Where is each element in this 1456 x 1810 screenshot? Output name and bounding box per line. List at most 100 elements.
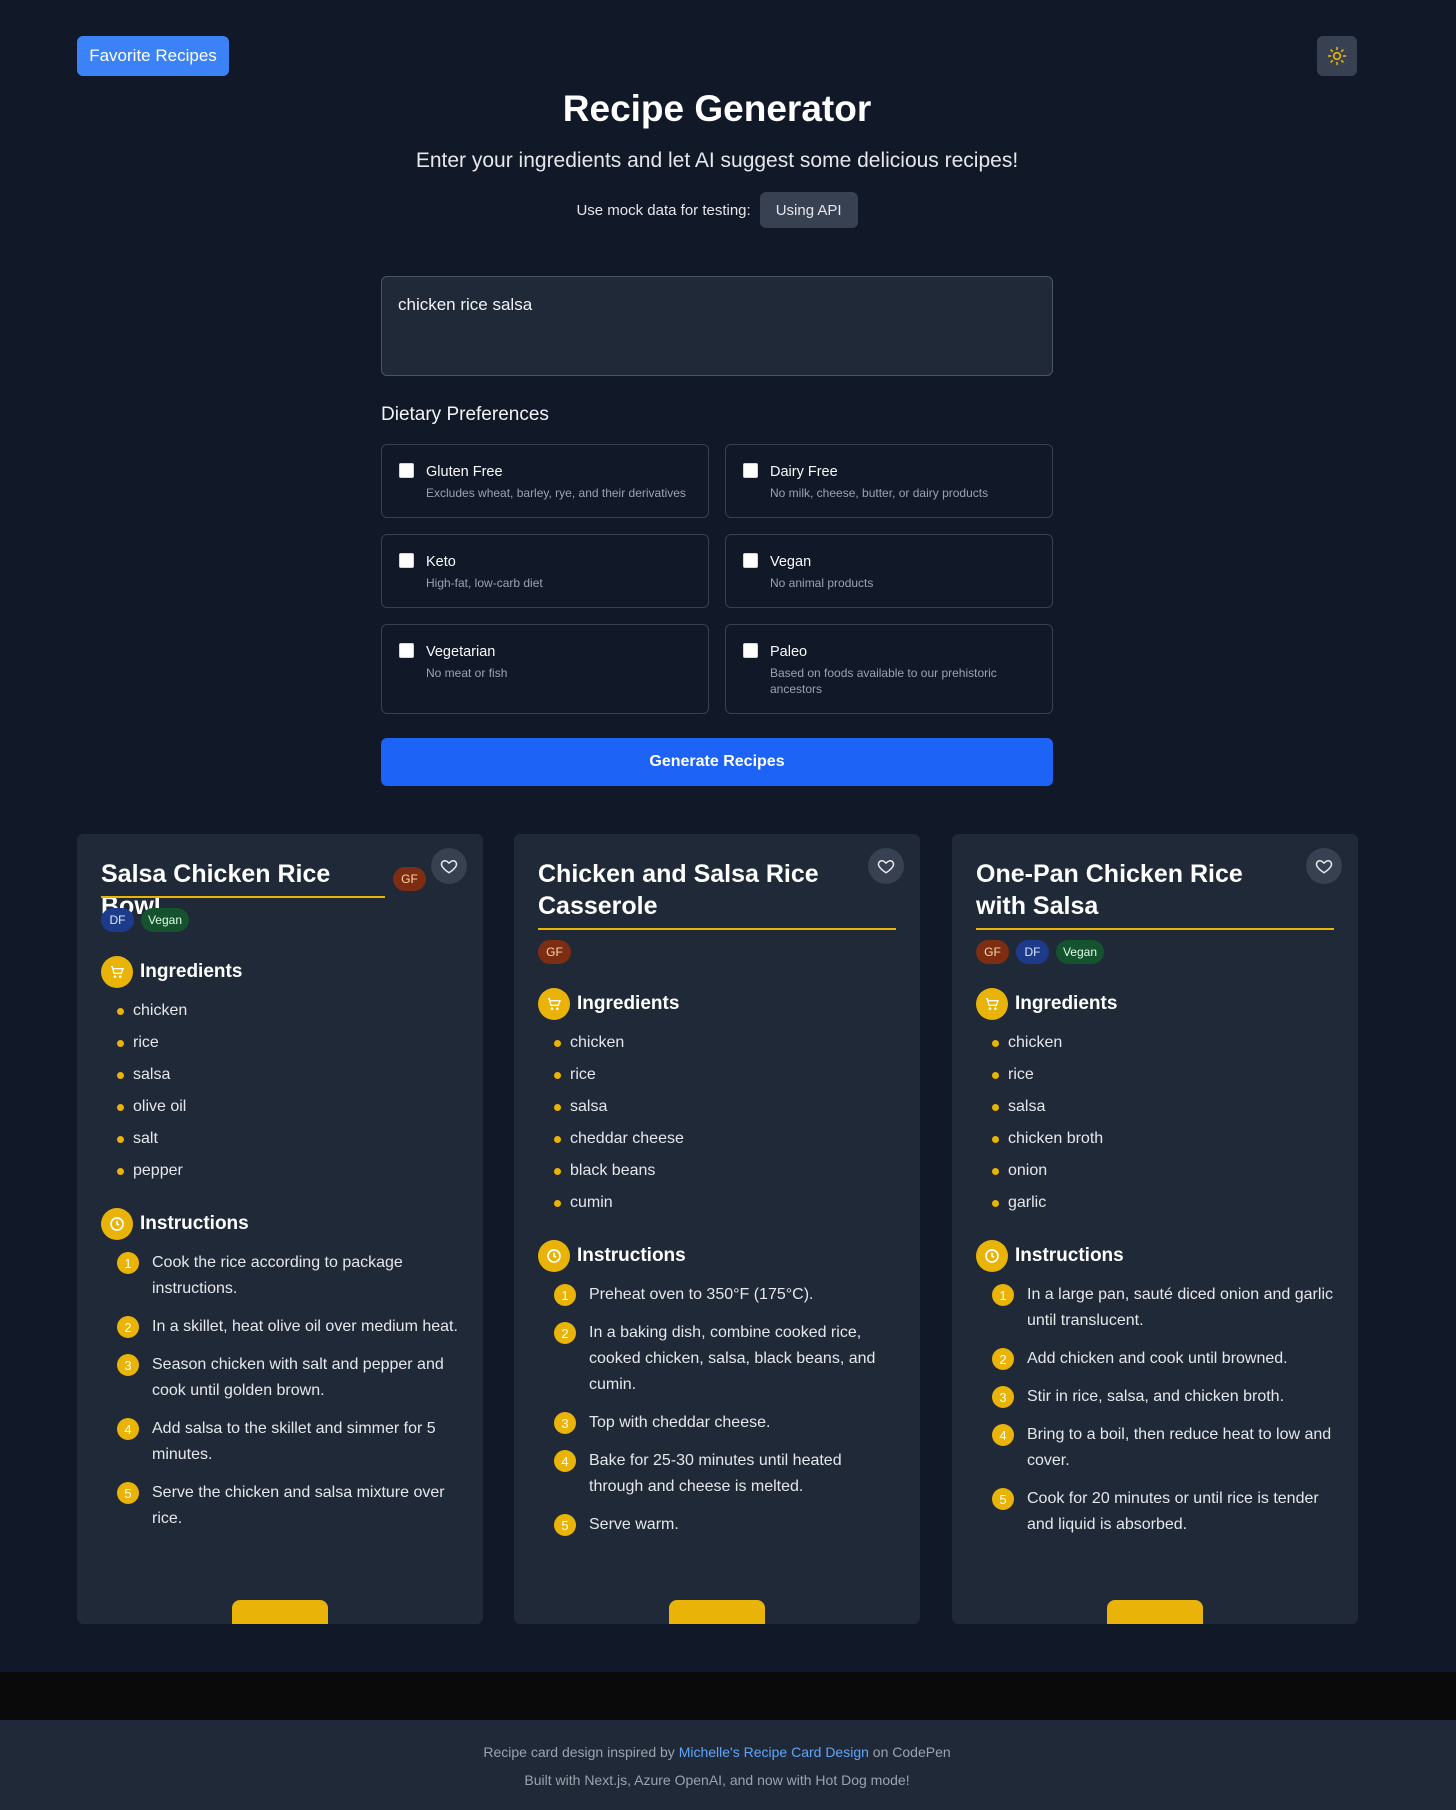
instruction-step: 2 In a skillet, heat olive oil over mediu…	[117, 1314, 463, 1340]
instruction-step: 3 Stir in rice, salsa, and chicken broth.	[992, 1384, 1338, 1410]
instruction-step: 3 Top with cheddar cheese.	[554, 1410, 900, 1436]
heart-icon	[440, 859, 458, 874]
instructions-heading: Instructions	[1015, 1245, 1124, 1266]
ingredient-item: rice	[117, 1027, 457, 1059]
recipe-title: Chicken and Salsa Rice Casserole	[538, 860, 819, 920]
checkbox[interactable]	[743, 553, 758, 568]
badge-vegan: Vegan	[1056, 940, 1104, 964]
badge-gf: GF	[538, 940, 571, 964]
badge-df: DF	[101, 908, 134, 932]
title-underline	[101, 896, 385, 898]
heart-icon	[877, 859, 895, 874]
preference-description: Based on foods available to our prehisto…	[770, 666, 997, 696]
title-underline	[538, 928, 896, 930]
favorite-button[interactable]	[431, 848, 467, 884]
clock-icon	[538, 1240, 570, 1272]
instructions-list: 1 In a large pan, sauté diced onion and g…	[992, 1282, 1338, 1550]
instruction-step: 4 Add salsa to the skillet and simmer for…	[117, 1416, 463, 1468]
preference-description: No meat or fish	[426, 666, 508, 680]
instruction-step: 5 Cook for 20 minutes or until rice is te…	[992, 1486, 1338, 1538]
title-underline	[976, 928, 1334, 930]
preference-description: No milk, cheese, butter, or dairy produc…	[770, 486, 989, 500]
instruction-step: 3 Season chicken with salt and pepper and…	[117, 1352, 463, 1404]
clock-icon	[101, 1208, 133, 1240]
card-action-tab[interactable]	[232, 1600, 328, 1624]
ingredient-item: chicken	[992, 1027, 1332, 1059]
sun-icon	[1327, 46, 1347, 66]
instruction-step: 4 Bake for 25-30 minutes until heated thr…	[554, 1448, 900, 1500]
cart-icon	[101, 956, 133, 988]
preference-dairy-free[interactable]: Dairy Free No milk, cheese, butter, or d…	[725, 444, 1053, 518]
instruction-step: 2 Add chicken and cook until browned.	[992, 1346, 1338, 1372]
recipe-card-design-link[interactable]: Michelle's Recipe Card Design	[679, 1744, 869, 1760]
mock-data-label: Use mock data for testing:	[576, 201, 751, 219]
ingredient-item: cheddar cheese	[554, 1123, 894, 1155]
instruction-step: 1 In a large pan, sauté diced onion and g…	[992, 1282, 1338, 1334]
preference-name: Dairy Free	[770, 464, 838, 480]
instruction-step: 5 Serve the chicken and salsa mixture ove…	[117, 1480, 463, 1532]
ingredient-item: pepper	[117, 1155, 457, 1187]
preference-keto[interactable]: Keto High-fat, low-carb diet	[381, 534, 709, 608]
preference-gluten-free[interactable]: Gluten Free Excludes wheat, barley, rye,…	[381, 444, 709, 518]
checkbox[interactable]	[399, 553, 414, 568]
ingredients-list: chicken rice salsa olive oil salt pepper	[117, 995, 457, 1187]
checkbox[interactable]	[399, 643, 414, 658]
footer-credit: Recipe card design inspired by Michelle'…	[483, 1744, 951, 1760]
ingredient-item: chicken	[554, 1027, 894, 1059]
checkbox[interactable]	[743, 463, 758, 478]
ingredient-item: salsa	[117, 1059, 457, 1091]
preference-vegan[interactable]: Vegan No animal products	[725, 534, 1053, 608]
favorite-button[interactable]	[1306, 848, 1342, 884]
favorite-recipes-button[interactable]: Favorite Recipes	[77, 36, 229, 76]
ingredient-item: rice	[992, 1059, 1332, 1091]
page-title: Recipe Generator	[562, 88, 872, 129]
card-action-tab[interactable]	[669, 1600, 765, 1624]
preference-description: Excludes wheat, barley, rye, and their d…	[426, 486, 686, 500]
recipe-card: One-Pan Chicken Rice with Salsa GF DF Ve…	[952, 834, 1358, 1624]
mock-data-toggle-row: Use mock data for testing: Using API	[0, 192, 1434, 228]
checkbox[interactable]	[743, 643, 758, 658]
ingredient-item: onion	[992, 1155, 1332, 1187]
ingredient-item: cumin	[554, 1187, 894, 1219]
preference-vegetarian[interactable]: Vegetarian No meat or fish	[381, 624, 709, 714]
instruction-step: 1 Preheat oven to 350°F (175°C).	[554, 1282, 900, 1308]
preference-name: Gluten Free	[426, 464, 503, 480]
ingredients-heading: Ingredients	[140, 961, 243, 982]
mock-data-toggle-button[interactable]: Using API	[759, 192, 858, 228]
ingredient-item: salsa	[992, 1091, 1332, 1123]
heart-icon	[1315, 859, 1333, 874]
ingredient-item: garlic	[992, 1187, 1332, 1219]
ingredients-list: chicken rice salsa cheddar cheese black …	[554, 1027, 894, 1219]
badge-df: DF	[1016, 940, 1049, 964]
ingredient-item: chicken	[117, 995, 457, 1027]
instruction-step: 1 Cook the rice according to package inst…	[117, 1250, 463, 1302]
card-action-tab[interactable]	[1107, 1600, 1203, 1624]
ingredients-input[interactable]: chicken rice salsa	[381, 276, 1053, 376]
instruction-step: 5 Serve warm.	[554, 1512, 900, 1538]
footer: Recipe card design inspired by Michelle'…	[0, 1720, 1456, 1810]
instructions-heading: Instructions	[577, 1245, 686, 1266]
ingredient-item: chicken broth	[992, 1123, 1332, 1155]
generate-recipes-button[interactable]: Generate Recipes	[381, 738, 1053, 786]
instructions-list: 1 Preheat oven to 350°F (175°C). 2 In a ba…	[554, 1282, 900, 1550]
preference-name: Keto	[426, 554, 456, 570]
clock-icon	[976, 1240, 1008, 1272]
badge-gf: GF	[393, 867, 426, 891]
badge-vegan: Vegan	[141, 908, 189, 932]
preference-description: High-fat, low-carb diet	[426, 576, 543, 590]
page-subtitle: Enter your ingredients and let AI sugges…	[415, 149, 1019, 172]
preference-description: No animal products	[770, 576, 874, 590]
recipe-card: Salsa Chicken Rice Bowl GF DF Vegan Ingr…	[77, 834, 483, 1624]
recipe-title: One-Pan Chicken Rice with Salsa	[976, 860, 1243, 920]
ingredient-item: salsa	[554, 1091, 894, 1123]
instruction-step: 2 In a baking dish, combine cooked rice, …	[554, 1320, 900, 1398]
checkbox[interactable]	[399, 463, 414, 478]
dietary-preferences-heading: Dietary Preferences	[381, 404, 549, 425]
theme-toggle-button[interactable]	[1317, 36, 1357, 76]
footer-built-with: Built with Next.js, Azure OpenAI, and no…	[524, 1772, 910, 1788]
instructions-list: 1 Cook the rice according to package inst…	[117, 1250, 463, 1544]
favorite-button[interactable]	[868, 848, 904, 884]
ingredients-heading: Ingredients	[577, 993, 680, 1014]
preference-paleo[interactable]: Paleo Based on foods available to our pr…	[725, 624, 1053, 714]
ingredients-heading: Ingredients	[1015, 993, 1118, 1014]
